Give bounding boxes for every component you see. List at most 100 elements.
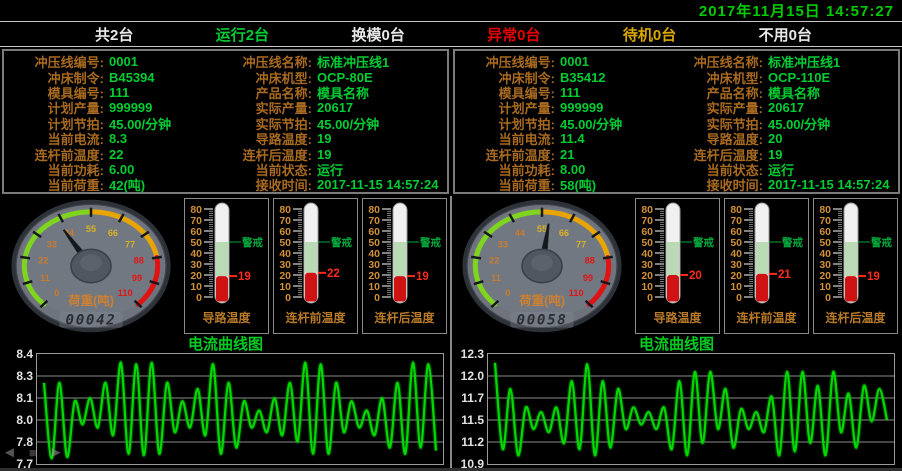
info-row-item: 接收时间:2017-11-15 14:57:24 xyxy=(216,177,447,192)
status-item-6: 不用0台 xyxy=(759,24,812,45)
forward-icon[interactable]: ► xyxy=(49,444,64,461)
machine-2-gauge-panel: 0112233445566778899110荷重(吨)0005801020304… xyxy=(451,196,902,336)
chart-ytick-label: 8.0 xyxy=(16,414,33,426)
thermo-tick-label: 50 xyxy=(730,237,742,249)
thermo-tick-label: 40 xyxy=(368,248,380,260)
info-value: 0001 xyxy=(109,54,138,69)
thermo-name-label: 连杆前温度 xyxy=(285,311,345,326)
gauge-scale-label: 11 xyxy=(40,273,50,283)
thermo-green-zone xyxy=(845,242,857,276)
chart-ytick-label: 11.7 xyxy=(461,392,484,404)
thermo-tick-label: 40 xyxy=(190,248,202,260)
gauge-scale-label: 66 xyxy=(108,228,118,238)
thermo-red-fill xyxy=(756,274,768,302)
center-divider xyxy=(450,196,452,468)
gauge-scale-label: 77 xyxy=(125,239,135,249)
thermo-tick-label: 20 xyxy=(641,270,653,282)
thermometer-导路温度: 01020304050607080警戒19导路温度 xyxy=(184,198,269,334)
thermo-tick-label: 30 xyxy=(819,259,831,271)
info-label: 当前荷重: xyxy=(459,175,555,194)
thermo-green-zone xyxy=(667,242,679,275)
gauge-scale-label: 22 xyxy=(489,255,499,265)
gauge-scale-label: 110 xyxy=(569,288,584,298)
thermo-tick-label: 80 xyxy=(368,204,380,216)
info-value: B35412 xyxy=(560,70,606,85)
gauge-scale-label: 11 xyxy=(491,273,501,283)
chart-ytick-label: 12.3 xyxy=(461,348,484,360)
thermo-name-label: 导路温度 xyxy=(202,311,250,326)
gauge-unit-label: 荷重(吨) xyxy=(67,293,114,308)
gauge-scale-label: 44 xyxy=(515,228,526,238)
thermo-tick-label: 70 xyxy=(730,215,742,227)
info-value: 45.00/分钟 xyxy=(560,114,622,133)
gauge-tick xyxy=(20,257,30,258)
thermo-green-zone xyxy=(394,242,406,276)
chart-ytick-label: 8.3 xyxy=(16,370,33,382)
page-icon: ■ xyxy=(29,445,37,460)
thermo-tick-label: 20 xyxy=(730,270,742,282)
chart-ytick-label: 12.0 xyxy=(461,370,484,382)
chart-title: 电流曲线图 xyxy=(451,336,902,353)
thermo-red-fill xyxy=(845,276,857,301)
thermo-tick-label: 10 xyxy=(279,281,291,293)
press-monitoring-dashboard: 2017年11月15日 14:57:27 共2台运行2台换模0台异常0台待机0台… xyxy=(0,0,902,471)
status-item-5: 待机0台 xyxy=(623,24,676,45)
thermo-tick-label: 30 xyxy=(730,259,742,271)
chart-ytick-label: 8.4 xyxy=(16,348,33,360)
info-label: 接收时间: xyxy=(216,175,312,194)
thermo-green-zone xyxy=(305,242,317,273)
chart-plot-area xyxy=(36,353,444,465)
thermo-tick-label: 80 xyxy=(279,204,291,216)
thermo-tick-label: 30 xyxy=(368,259,380,271)
thermo-tick-label: 20 xyxy=(190,270,202,282)
thermo-tick-label: 40 xyxy=(730,248,742,260)
info-value: 运行 xyxy=(317,160,343,179)
thermo-green-zone xyxy=(756,242,768,274)
thermo-name-label: 连杆后温度 xyxy=(825,311,885,326)
thermo-tick-label: 60 xyxy=(279,226,291,238)
gauge-scale-label: 55 xyxy=(86,224,96,234)
thermo-tick-label: 10 xyxy=(190,281,202,293)
gauge-scale-label: 33 xyxy=(47,239,57,249)
thermo-tick-label: 0 xyxy=(825,292,831,304)
status-item-2: 运行2台 xyxy=(216,24,269,45)
info-value: 8.3 xyxy=(109,131,127,146)
machine-2-current-chart: 电流曲线图12.312.011.711.511.210.9 xyxy=(451,336,902,471)
gauge-scale-label: 0 xyxy=(505,288,510,298)
thermo-warn-label: 警戒 xyxy=(241,236,263,249)
chart-plot-area xyxy=(487,353,895,465)
back-icon[interactable]: ◄ xyxy=(2,444,17,461)
status-bar: 共2台运行2台换模0台异常0台待机0台不用0台 xyxy=(0,21,902,47)
thermo-tick-label: 70 xyxy=(190,215,202,227)
thermo-tick-label: 80 xyxy=(819,204,831,216)
thermo-tick-label: 0 xyxy=(374,292,380,304)
thermo-value: 19 xyxy=(867,271,880,283)
machine-1-info-panel: 冲压线编号:0001冲床制令:B45394模具编号:111计划产量:999999… xyxy=(2,49,449,194)
info-value: 45.00/分钟 xyxy=(768,114,830,133)
status-item-4: 异常0台 xyxy=(487,24,540,45)
thermo-tick-label: 70 xyxy=(368,215,380,227)
odometer-value: 00058 xyxy=(517,312,568,328)
thermo-tick-label: 40 xyxy=(641,248,653,260)
gauge-tick xyxy=(603,257,613,258)
thermo-tick-label: 0 xyxy=(196,292,202,304)
gauge-tick xyxy=(471,257,481,258)
gauge-scale-label: 99 xyxy=(132,273,142,283)
datetime-label: 2017年11月15日 14:57:27 xyxy=(699,0,894,21)
thermo-tick-label: 10 xyxy=(730,281,742,293)
thermo-name-label: 连杆前温度 xyxy=(736,311,796,326)
gauge-hub-sheen xyxy=(80,254,102,271)
info-value: 20 xyxy=(768,131,782,146)
thermometer-svg: 01020304050607080警戒19 xyxy=(185,199,268,311)
thermometer-连杆前温度: 01020304050607080警戒22连杆前温度 xyxy=(273,198,358,334)
info-label: 接收时间: xyxy=(667,175,763,194)
thermo-tick-label: 20 xyxy=(819,270,831,282)
plot-wrap: 12.312.011.711.511.210.9 xyxy=(455,353,902,465)
info-value: 45.00/分钟 xyxy=(317,114,379,133)
thermo-tick-label: 80 xyxy=(641,204,653,216)
thermo-tick-label: 60 xyxy=(368,226,380,238)
thermometer-svg: 01020304050607080警戒19 xyxy=(814,199,897,311)
info-value: 0001 xyxy=(560,54,589,69)
chart-title: 电流曲线图 xyxy=(0,336,451,353)
thermo-value: 22 xyxy=(327,268,340,280)
